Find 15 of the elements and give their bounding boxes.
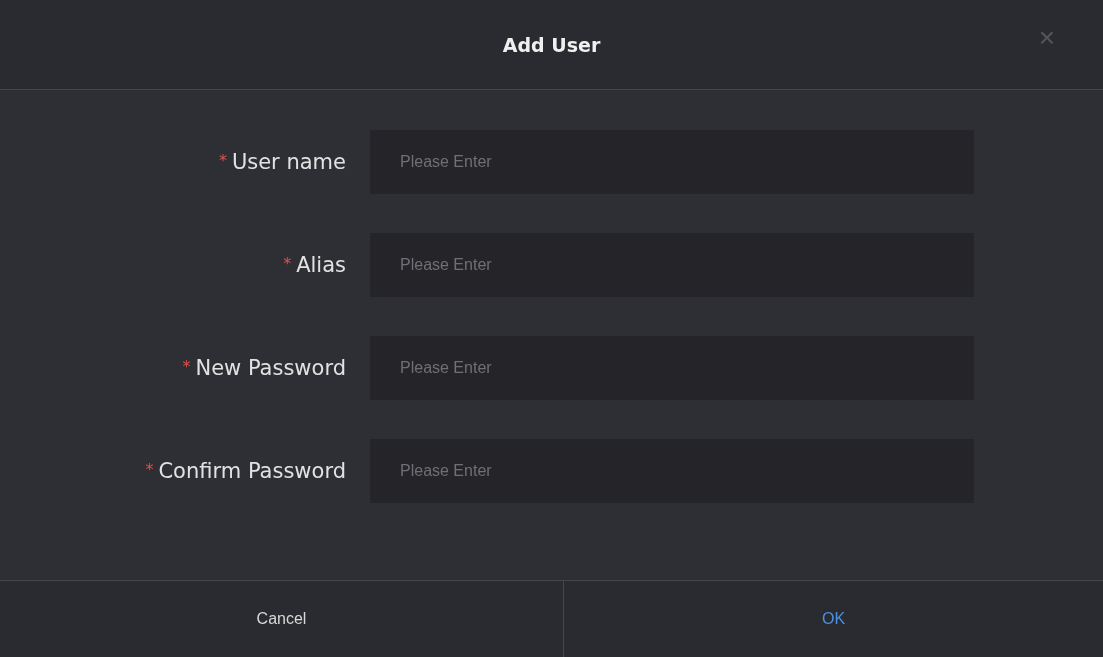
input-field[interactable]: Please Enter	[370, 439, 974, 503]
ok-button[interactable]: OK	[563, 581, 1103, 657]
label-text: Confirm Password	[158, 459, 346, 483]
label-text: User name	[231, 150, 346, 174]
dialog-title: Add User	[502, 33, 601, 56]
input-field[interactable]: Please Enter	[370, 130, 974, 194]
required-mark: *	[218, 151, 227, 170]
label-text: Alias	[296, 253, 346, 277]
required-mark: *	[283, 254, 292, 273]
required-mark: *	[182, 357, 191, 376]
label-text: New Password	[195, 356, 346, 380]
required-mark: *	[145, 460, 154, 479]
input-field[interactable]: Please Enter	[370, 233, 974, 297]
input-field[interactable]: Please Enter	[370, 336, 974, 400]
cancel-button[interactable]: Cancel	[0, 581, 563, 657]
